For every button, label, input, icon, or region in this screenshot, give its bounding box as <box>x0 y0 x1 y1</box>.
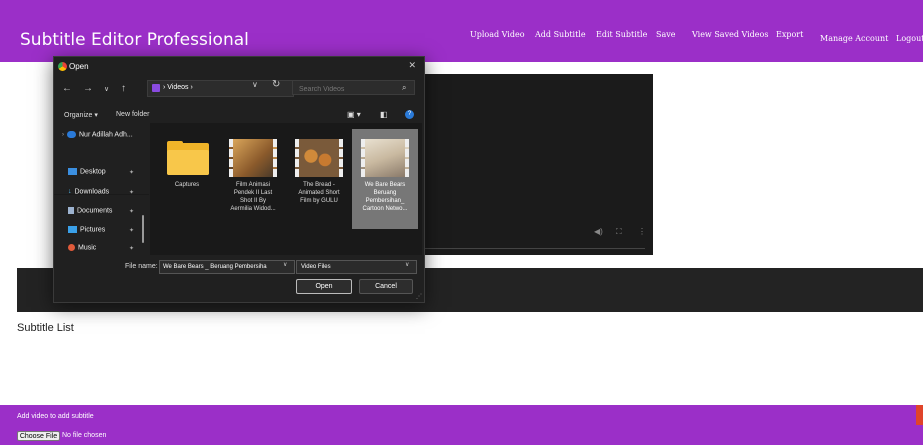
pin-icon: ✦ <box>129 209 135 215</box>
pin-icon: ✦ <box>129 190 135 196</box>
video-thumbnail <box>361 139 409 177</box>
file-name: Captures <box>174 182 200 188</box>
sidebar-item-pictures[interactable]: Pictures <box>68 226 105 233</box>
dialog-footer: File name: We Bare Bears _ Beruang Pembe… <box>54 256 424 302</box>
nav-edit-subtitle[interactable]: Edit Subtitle <box>596 30 647 39</box>
sidebar-item-documents[interactable]: Documents <box>68 207 112 214</box>
nav-export[interactable]: Export <box>776 30 803 39</box>
address-path: › Videos › <box>163 84 193 91</box>
file-item[interactable]: Film Animasi Pendek II Last Shot II By A… <box>220 129 286 229</box>
more-icon[interactable]: ⋮ <box>638 227 646 236</box>
file-item[interactable]: Captures <box>154 129 220 229</box>
address-dropdown-icon[interactable]: ∨ <box>252 80 258 89</box>
organize-button[interactable]: Organize ▾ <box>64 111 98 119</box>
file-name-label: File name: <box>125 263 158 270</box>
new-folder-button[interactable]: New folder <box>116 111 149 118</box>
nav-manage-account[interactable]: Manage Account <box>820 34 888 43</box>
pin-icon: ✦ <box>129 246 135 252</box>
sidebar-item-desktop[interactable]: Desktop <box>68 168 106 175</box>
folder-icon <box>167 141 209 175</box>
dialog-title: Open <box>69 62 89 71</box>
view-options-icon[interactable]: ▣ ▾ <box>347 110 361 119</box>
sidebar-item-downloads[interactable]: ↓ Downloads <box>68 188 109 195</box>
music-icon <box>68 244 75 251</box>
file-name: Film Animasi Pendek II Last Shot II By A… <box>230 182 276 212</box>
video-thumbnail <box>229 139 277 177</box>
chevron-down-icon[interactable]: ∨ <box>283 261 287 268</box>
navigation-pane: › Nur Adillah Adh... Desktop ✦ ↓ Downloads… <box>54 123 149 253</box>
refresh-icon[interactable]: ↻ <box>272 79 280 90</box>
footer-hint: Add video to add subtitle <box>17 413 94 420</box>
no-file-label: No file chosen <box>62 432 107 439</box>
close-icon[interactable]: ✕ <box>408 60 416 71</box>
open-button[interactable]: Open <box>296 279 352 294</box>
sidebar-item-music[interactable]: Music <box>68 244 96 251</box>
back-icon[interactable]: ← <box>62 83 72 94</box>
video-progress-bar[interactable] <box>420 248 645 249</box>
search-input[interactable] <box>292 80 415 95</box>
volume-icon[interactable]: ◀) <box>594 227 603 236</box>
help-icon[interactable]: ? <box>405 110 414 119</box>
sidebar-scrollbar[interactable] <box>142 215 144 243</box>
subtitle-list-heading: Subtitle List <box>17 322 74 334</box>
up-icon[interactable]: ↑ <box>121 83 126 94</box>
nav-logout[interactable]: Logout <box>896 34 923 43</box>
cancel-button[interactable]: Cancel <box>359 279 413 294</box>
app-title: Subtitle Editor Professional <box>20 30 249 50</box>
red-indicator <box>916 405 923 425</box>
pictures-icon <box>68 226 77 233</box>
recent-chevron-icon[interactable]: ∨ <box>104 85 109 93</box>
file-item[interactable]: The Bread - Animated Short Film by GULU <box>286 129 352 229</box>
search-icon: ⌕ <box>402 83 407 92</box>
chrome-logo-icon <box>58 62 67 71</box>
desktop-icon <box>68 168 77 175</box>
nav-save[interactable]: Save <box>656 30 676 39</box>
file-item-selected[interactable]: We Bare Bears Beruang Pembersihan_ Carto… <box>352 129 418 229</box>
file-name: We Bare Bears Beruang Pembersihan_ Carto… <box>362 182 408 212</box>
video-thumbnail <box>295 139 343 177</box>
videos-folder-icon <box>152 84 160 92</box>
pin-icon: ✦ <box>129 228 135 234</box>
file-name-input[interactable]: We Bare Bears _ Beruang Pembersiha <box>159 260 295 274</box>
footer <box>0 405 923 445</box>
forward-icon[interactable]: → <box>83 83 93 94</box>
app-header: Subtitle Editor Professional Upload Vide… <box>0 0 923 62</box>
pin-icon: ✦ <box>129 170 135 176</box>
file-list: Captures Film Animasi Pendek II Last Sho… <box>150 123 422 255</box>
open-file-dialog: Open ✕ ← → ∨ ↑ › Videos › ∨ ↻ ⌕ Organize… <box>53 56 425 303</box>
download-icon: ↓ <box>68 188 72 195</box>
cloud-icon <box>67 131 76 138</box>
file-type-select[interactable]: Video Files <box>296 260 417 274</box>
documents-icon <box>68 207 74 214</box>
sidebar-item-onedrive[interactable]: › Nur Adillah Adh... <box>62 131 133 138</box>
nav-add-subtitle[interactable]: Add Subtitle <box>535 30 586 39</box>
resize-grip-icon[interactable]: ⋰ <box>416 293 422 300</box>
nav-upload-video[interactable]: Upload Video <box>470 30 525 39</box>
choose-file-button[interactable]: Choose File <box>17 431 60 441</box>
nav-view-saved-videos[interactable]: View Saved Videos <box>692 30 768 39</box>
file-name: The Bread - Animated Short Film by GULU <box>298 182 340 204</box>
fullscreen-icon[interactable]: ⛶ <box>616 227 622 237</box>
preview-pane-icon[interactable]: ◧ <box>380 110 388 119</box>
chevron-down-icon[interactable]: ∨ <box>405 261 409 268</box>
